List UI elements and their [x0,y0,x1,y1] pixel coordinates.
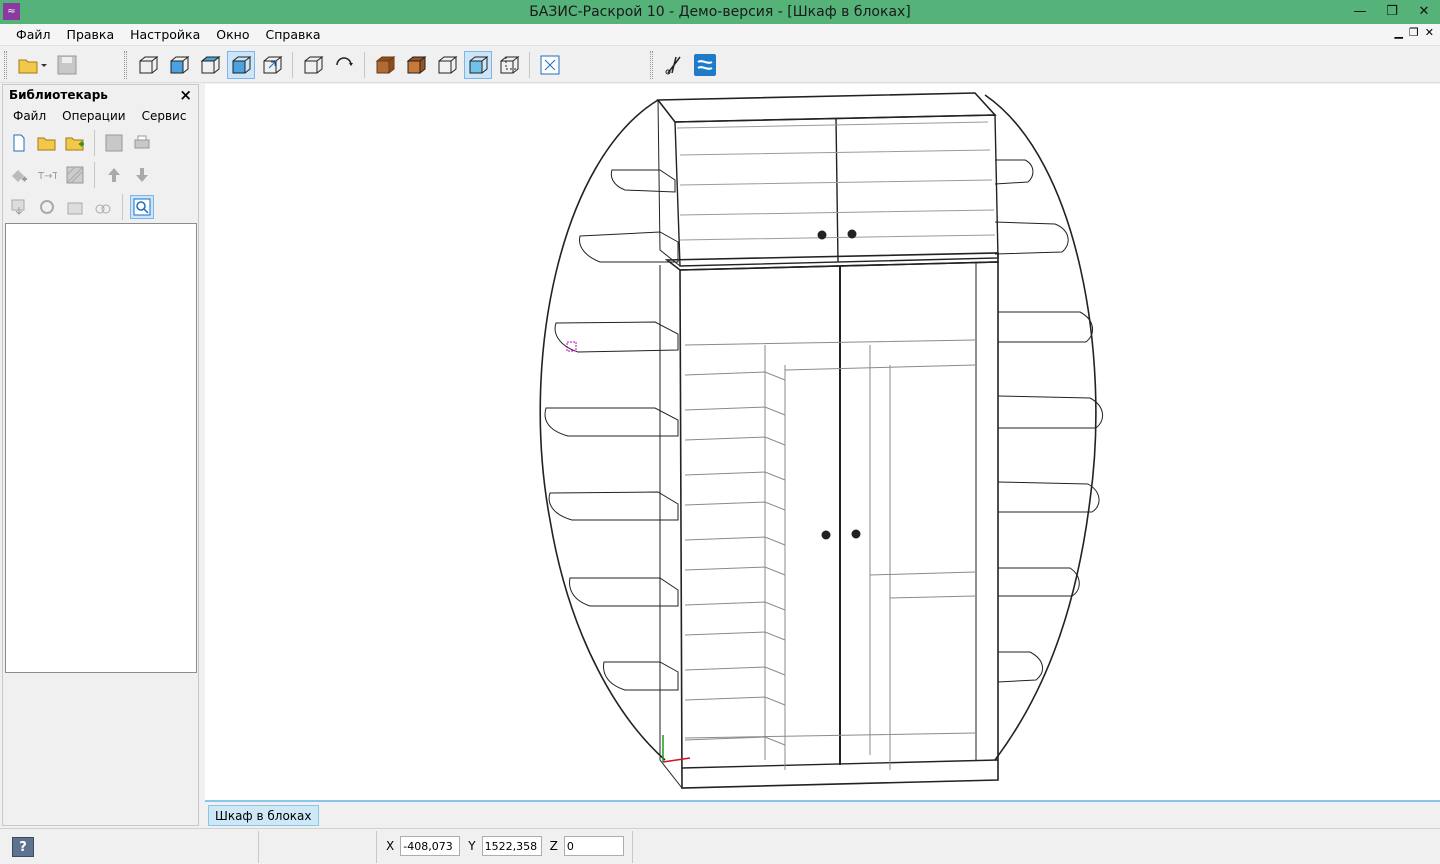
add-folder-icon[interactable] [63,131,87,155]
menu-settings[interactable]: Настройка [122,27,208,42]
move-up-icon[interactable] [102,163,126,187]
rotate-icon[interactable] [330,51,358,79]
view-custom-icon[interactable] [258,51,286,79]
svg-text:T→T: T→T [37,171,57,182]
tab-document[interactable]: Шкаф в блоках [208,805,319,826]
app-icon[interactable]: ≈ [3,3,20,20]
save-icon[interactable] [53,51,81,79]
preview-icon[interactable] [130,195,154,219]
file-toolbar [4,50,81,80]
librarian-toolbar-row-2: T→T [3,159,198,191]
shaded-icon[interactable] [464,51,492,79]
close-button[interactable]: ✕ [1408,0,1440,22]
librarian-toolbar-row-3 [3,191,198,223]
title-bar: ≈ БАЗИС-Раскрой 10 - Демо-версия - [Шкаф… [0,0,1440,24]
open-folder-icon[interactable] [14,51,50,79]
x-label: X [386,839,395,853]
window-title: БАЗИС-Раскрой 10 - Демо-версия - [Шкаф в… [529,4,911,20]
library-tree[interactable] [5,223,197,673]
document-tabs: Шкаф в блоках [205,800,1440,826]
menu-file[interactable]: Файл [8,27,59,42]
window-controls: — ❐ ✕ [1344,0,1440,24]
bazis-icon[interactable] [691,51,719,79]
minimize-button[interactable]: — [1344,0,1376,22]
mdi-restore-button[interactable]: ❐ [1409,26,1419,39]
coordinates: X Y Z [386,836,624,856]
librarian-menu-file[interactable]: Файл [5,109,54,123]
menu-window[interactable]: Окно [208,27,257,42]
y-label: Y [468,839,476,853]
view-toolbar [124,50,564,80]
menu-bar: Файл Правка Настройка Окно Справка [0,24,1440,46]
mdi-minimize-button[interactable]: ▁ [1394,26,1402,39]
new-file-icon[interactable] [7,131,31,155]
mdi-controls: ▁ ❐ ✕ [1394,26,1434,39]
menu-help[interactable]: Справка [257,27,328,42]
view-top-icon[interactable] [165,51,193,79]
open-folder-icon[interactable] [35,131,59,155]
view-left-icon[interactable] [196,51,224,79]
librarian-title: Библиотекарь [9,88,108,102]
librarian-menu-service[interactable]: Сервис [134,109,195,123]
librarian-menu: Файл Операции Сервис [3,105,198,127]
texture-icon[interactable] [63,163,87,187]
z-coordinate-field[interactable] [563,836,624,856]
texture-icon[interactable] [371,51,399,79]
mdi-close-button[interactable]: ✕ [1425,26,1434,39]
ungroup-icon[interactable] [91,195,115,219]
extra-toolbar [650,50,719,80]
librarian-close-button[interactable]: × [179,86,192,104]
save-icon[interactable] [102,131,126,155]
zoom-fit-icon[interactable] [536,51,564,79]
librarian-panel: Библиотекарь × Файл Операции Сервис T→T [2,84,199,826]
main-toolbar [0,47,1440,83]
solid-icon[interactable] [402,51,430,79]
rename-icon[interactable]: T→T [35,163,59,187]
restore-button[interactable]: ❐ [1376,0,1408,22]
cut-icon[interactable] [660,51,688,79]
status-bar: ? X Y Z [0,828,1440,864]
librarian-menu-operations[interactable]: Операции [54,109,133,123]
insert-icon[interactable] [7,195,31,219]
librarian-header: Библиотекарь × [3,85,198,105]
view-front-icon[interactable] [134,51,162,79]
x-coordinate-field[interactable] [400,836,461,856]
model-viewport[interactable] [205,84,1440,800]
wardrobe-drawing [539,92,1103,789]
search-object-icon[interactable] [35,195,59,219]
help-button[interactable]: ? [12,837,34,857]
menu-edit[interactable]: Правка [59,27,123,42]
add-object-icon[interactable] [7,163,31,187]
view-frame-icon[interactable] [299,51,327,79]
view-iso-icon[interactable] [227,51,255,79]
move-down-icon[interactable] [130,163,154,187]
library-preview [3,675,198,825]
wireframe-icon[interactable] [433,51,461,79]
librarian-toolbar-row-1 [3,127,198,159]
y-coordinate-field[interactable] [481,836,542,856]
hidden-lines-icon[interactable] [495,51,523,79]
group-icon[interactable] [63,195,87,219]
z-label: Z [549,839,558,853]
print-icon[interactable] [130,131,154,155]
